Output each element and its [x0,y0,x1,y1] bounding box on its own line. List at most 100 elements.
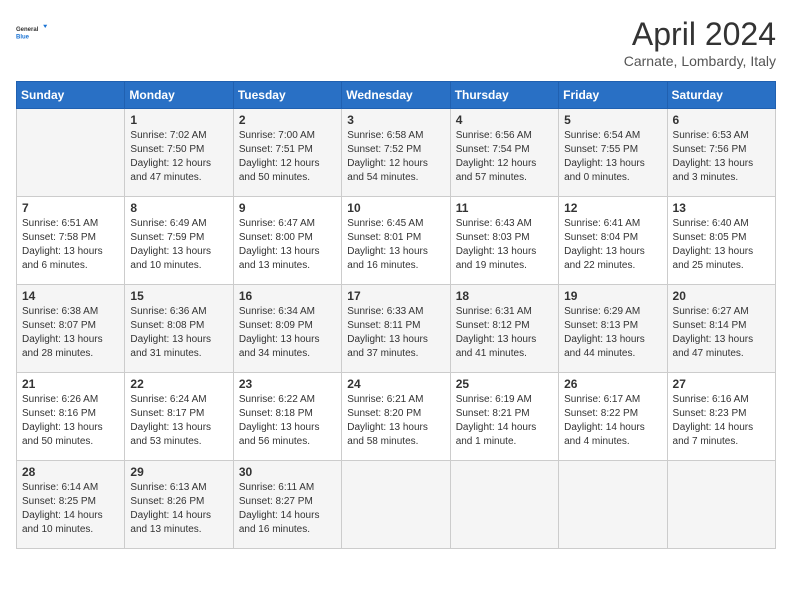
day-number: 1 [130,113,227,127]
header-cell-thursday: Thursday [450,82,558,109]
day-info: Sunrise: 6:36 AM Sunset: 8:08 PM Dayligh… [130,305,227,361]
day-cell: 4 Sunrise: 6:56 AM Sunset: 7:54 PM Daylig… [450,109,558,197]
day-number: 19 [564,289,661,303]
week-row-1: 1 Sunrise: 7:02 AM Sunset: 7:50 PM Daylig… [17,109,776,197]
day-info: Sunrise: 6:17 AM Sunset: 8:22 PM Dayligh… [564,393,661,449]
day-cell: 8 Sunrise: 6:49 AM Sunset: 7:59 PM Daylig… [125,197,233,285]
header-cell-friday: Friday [559,82,667,109]
day-info: Sunrise: 6:49 AM Sunset: 7:59 PM Dayligh… [130,217,227,273]
day-info: Sunrise: 6:13 AM Sunset: 8:26 PM Dayligh… [130,481,227,537]
day-info: Sunrise: 6:19 AM Sunset: 8:21 PM Dayligh… [456,393,553,449]
day-cell: 13 Sunrise: 6:40 AM Sunset: 8:05 PM Dayli… [667,197,775,285]
day-info: Sunrise: 6:47 AM Sunset: 8:00 PM Dayligh… [239,217,336,273]
day-info: Sunrise: 6:21 AM Sunset: 8:20 PM Dayligh… [347,393,444,449]
day-number: 18 [456,289,553,303]
day-number: 10 [347,201,444,215]
day-cell: 25 Sunrise: 6:19 AM Sunset: 8:21 PM Dayli… [450,373,558,461]
day-number: 24 [347,377,444,391]
day-number: 15 [130,289,227,303]
day-number: 21 [22,377,119,391]
day-cell: 24 Sunrise: 6:21 AM Sunset: 8:20 PM Dayli… [342,373,450,461]
day-cell: 28 Sunrise: 6:14 AM Sunset: 8:25 PM Dayli… [17,461,125,549]
day-number: 25 [456,377,553,391]
day-cell: 11 Sunrise: 6:43 AM Sunset: 8:03 PM Dayli… [450,197,558,285]
day-info: Sunrise: 6:40 AM Sunset: 8:05 PM Dayligh… [673,217,770,273]
day-number: 17 [347,289,444,303]
day-cell: 18 Sunrise: 6:31 AM Sunset: 8:12 PM Dayli… [450,285,558,373]
svg-text:General: General [16,27,39,33]
day-number: 16 [239,289,336,303]
day-cell: 1 Sunrise: 7:02 AM Sunset: 7:50 PM Daylig… [125,109,233,197]
day-number: 29 [130,465,227,479]
day-number: 11 [456,201,553,215]
day-cell [667,461,775,549]
week-row-3: 14Sunrise: 6:38 AM Sunset: 8:07 PM Dayli… [17,285,776,373]
day-info: Sunrise: 6:58 AM Sunset: 7:52 PM Dayligh… [347,129,444,185]
day-info: Sunrise: 6:24 AM Sunset: 8:17 PM Dayligh… [130,393,227,449]
day-cell: 2 Sunrise: 7:00 AM Sunset: 7:51 PM Daylig… [233,109,341,197]
week-row-5: 28 Sunrise: 6:14 AM Sunset: 8:25 PM Dayli… [17,461,776,549]
day-info: Sunrise: 6:14 AM Sunset: 8:25 PM Dayligh… [22,481,119,537]
day-info: Sunrise: 6:26 AM Sunset: 8:16 PM Dayligh… [22,393,119,449]
day-info: Sunrise: 6:34 AM Sunset: 8:09 PM Dayligh… [239,305,336,361]
calendar-table: SundayMondayTuesdayWednesdayThursdayFrid… [16,81,776,549]
day-cell: 9 Sunrise: 6:47 AM Sunset: 8:00 PM Daylig… [233,197,341,285]
day-number: 14 [22,289,119,303]
day-cell: 14Sunrise: 6:38 AM Sunset: 8:07 PM Dayli… [17,285,125,373]
day-cell [450,461,558,549]
svg-text:Blue: Blue [16,34,30,40]
day-number: 20 [673,289,770,303]
page-header: General Blue April 2024 Carnate, Lombard… [16,16,776,69]
title-block: April 2024 Carnate, Lombardy, Italy [624,16,776,69]
day-cell: 16 Sunrise: 6:34 AM Sunset: 8:09 PM Dayli… [233,285,341,373]
day-info: Sunrise: 6:51 AM Sunset: 7:58 PM Dayligh… [22,217,119,273]
header-row: SundayMondayTuesdayWednesdayThursdayFrid… [17,82,776,109]
day-cell: 20 Sunrise: 6:27 AM Sunset: 8:14 PM Dayli… [667,285,775,373]
day-cell: 26 Sunrise: 6:17 AM Sunset: 8:22 PM Dayli… [559,373,667,461]
day-cell: 29 Sunrise: 6:13 AM Sunset: 8:26 PM Dayli… [125,461,233,549]
header-cell-saturday: Saturday [667,82,775,109]
day-info: Sunrise: 6:45 AM Sunset: 8:01 PM Dayligh… [347,217,444,273]
day-number: 26 [564,377,661,391]
day-number: 2 [239,113,336,127]
day-number: 5 [564,113,661,127]
header-cell-tuesday: Tuesday [233,82,341,109]
day-cell [342,461,450,549]
logo: General Blue [16,16,48,48]
day-number: 9 [239,201,336,215]
day-cell: 7 Sunrise: 6:51 AM Sunset: 7:58 PM Daylig… [17,197,125,285]
day-info: Sunrise: 6:31 AM Sunset: 8:12 PM Dayligh… [456,305,553,361]
day-info: Sunrise: 6:11 AM Sunset: 8:27 PM Dayligh… [239,481,336,537]
day-cell: 22 Sunrise: 6:24 AM Sunset: 8:17 PM Dayli… [125,373,233,461]
week-row-4: 21 Sunrise: 6:26 AM Sunset: 8:16 PM Dayli… [17,373,776,461]
logo-icon: General Blue [16,16,48,48]
day-number: 22 [130,377,227,391]
day-cell: 15 Sunrise: 6:36 AM Sunset: 8:08 PM Dayli… [125,285,233,373]
day-number: 30 [239,465,336,479]
day-info: Sunrise: 7:00 AM Sunset: 7:51 PM Dayligh… [239,129,336,185]
day-number: 28 [22,465,119,479]
day-number: 23 [239,377,336,391]
header-cell-monday: Monday [125,82,233,109]
day-info: Sunrise: 7:02 AM Sunset: 7:50 PM Dayligh… [130,129,227,185]
location: Carnate, Lombardy, Italy [624,53,776,69]
day-number: 7 [22,201,119,215]
day-info: Sunrise: 6:16 AM Sunset: 8:23 PM Dayligh… [673,393,770,449]
day-number: 6 [673,113,770,127]
day-info: Sunrise: 6:41 AM Sunset: 8:04 PM Dayligh… [564,217,661,273]
day-cell: 27Sunrise: 6:16 AM Sunset: 8:23 PM Dayli… [667,373,775,461]
day-number: 4 [456,113,553,127]
header-cell-sunday: Sunday [17,82,125,109]
day-cell [559,461,667,549]
day-info: Sunrise: 6:56 AM Sunset: 7:54 PM Dayligh… [456,129,553,185]
day-info: Sunrise: 6:29 AM Sunset: 8:13 PM Dayligh… [564,305,661,361]
day-cell: 3Sunrise: 6:58 AM Sunset: 7:52 PM Daylig… [342,109,450,197]
day-number: 13 [673,201,770,215]
day-info: Sunrise: 6:27 AM Sunset: 8:14 PM Dayligh… [673,305,770,361]
day-number: 12 [564,201,661,215]
day-cell: 5 Sunrise: 6:54 AM Sunset: 7:55 PM Daylig… [559,109,667,197]
day-info: Sunrise: 6:43 AM Sunset: 8:03 PM Dayligh… [456,217,553,273]
day-info: Sunrise: 6:54 AM Sunset: 7:55 PM Dayligh… [564,129,661,185]
day-info: Sunrise: 6:33 AM Sunset: 8:11 PM Dayligh… [347,305,444,361]
day-number: 8 [130,201,227,215]
